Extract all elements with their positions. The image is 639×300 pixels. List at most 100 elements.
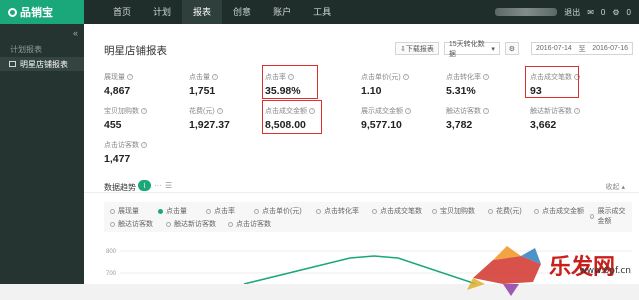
conversion-period-value: 15天转化数据 bbox=[448, 40, 485, 58]
watermark-url: www.6pf.cn bbox=[579, 266, 631, 276]
legend-label: 触达访客数 bbox=[118, 221, 153, 228]
highlight-box-click-gmv bbox=[262, 100, 322, 134]
clicks-series-line bbox=[243, 255, 477, 284]
legend-item[interactable]: 点击访客数 bbox=[228, 219, 271, 229]
more-icon[interactable]: ··· bbox=[154, 181, 162, 190]
collapse-label: 收起 bbox=[605, 184, 620, 191]
help-icon[interactable]: ? bbox=[405, 108, 411, 114]
nav-item-report[interactable]: 报表 bbox=[182, 0, 223, 24]
legend-label: 展现量 bbox=[118, 208, 139, 215]
legend-label: 宝贝加购数 bbox=[440, 208, 475, 215]
radio-icon bbox=[228, 221, 233, 227]
legend-item[interactable]: 点击单价(元) bbox=[254, 206, 302, 216]
settings-gear-button[interactable]: ⚙ bbox=[504, 42, 519, 55]
legend-item[interactable]: 点击转化率 bbox=[316, 206, 359, 216]
logout-link[interactable]: 退出 bbox=[564, 7, 580, 18]
legend-item[interactable]: 花费(元) bbox=[488, 206, 522, 216]
metric-cpc: 点击单价(元)? 1.10 bbox=[361, 72, 441, 106]
radio-icon bbox=[254, 208, 259, 214]
line-chart-icon: ⌇ bbox=[142, 182, 147, 190]
conversion-period-select[interactable]: 15天转化数据 ▾ bbox=[443, 41, 500, 58]
y-tick-label: 700 bbox=[106, 271, 117, 277]
metric-label: 展示成交金额 bbox=[361, 108, 403, 115]
nav-item-plan[interactable]: 计划 bbox=[142, 0, 182, 24]
legend-label: 点击转化率 bbox=[324, 208, 359, 215]
radio-icon bbox=[110, 221, 115, 227]
list-view-icon[interactable]: ☰ bbox=[165, 181, 172, 190]
help-icon[interactable]: ? bbox=[483, 108, 489, 114]
legend-label: 点击率 bbox=[214, 208, 235, 215]
legend-item[interactable]: 展示成交金额 bbox=[590, 206, 632, 226]
nav-item-account[interactable]: 账户 bbox=[262, 0, 302, 24]
metric-spend: 花费(元)? 1,927.37 bbox=[189, 106, 269, 140]
legend-item[interactable]: 触达访客数 bbox=[110, 219, 153, 229]
metric-label: 点击访客数 bbox=[104, 142, 139, 149]
help-icon[interactable]: ? bbox=[574, 108, 580, 114]
help-icon[interactable]: ? bbox=[483, 74, 489, 80]
help-icon[interactable]: ? bbox=[212, 74, 218, 80]
legend-item[interactable]: 宝贝加购数 bbox=[432, 206, 475, 216]
metric-cart-adds: 宝贝加购数? 455 bbox=[104, 106, 184, 140]
nav-item-home[interactable]: 首页 bbox=[102, 0, 142, 24]
metric-value: 4,867 bbox=[104, 85, 131, 97]
legend-label: 展示成交金额 bbox=[597, 208, 626, 225]
highlight-box-click-orders bbox=[525, 66, 579, 98]
chart-view-toggle[interactable]: ⌇ bbox=[138, 180, 151, 191]
date-range-picker[interactable]: 2016-07-14 至 2016-07-16 bbox=[531, 42, 633, 55]
radio-icon bbox=[590, 213, 595, 219]
metric-label: 触达访客数 bbox=[446, 108, 481, 115]
legend-item[interactable]: 点击成交笔数 bbox=[372, 206, 422, 216]
metric-value: 3,782 bbox=[446, 119, 473, 131]
legend-item[interactable]: 点击率 bbox=[206, 206, 235, 216]
help-icon[interactable]: ? bbox=[141, 142, 147, 148]
legend-item[interactable]: 点击量 bbox=[158, 206, 187, 216]
mail-count: 0 bbox=[600, 7, 606, 17]
metric-impression-gmv: 展示成交金额? 9,577.10 bbox=[361, 106, 441, 140]
legend-label: 点击成交笔数 bbox=[380, 208, 422, 215]
settings-icon[interactable]: ⚙ bbox=[612, 8, 619, 17]
nav-item-creative[interactable]: 创意 bbox=[222, 0, 262, 24]
metric-value: 1,751 bbox=[189, 85, 216, 97]
radio-icon bbox=[206, 208, 211, 214]
metric-label: 展现量 bbox=[104, 74, 125, 81]
section-divider bbox=[84, 192, 639, 193]
radio-icon bbox=[110, 208, 115, 214]
legend-label: 触达新访客数 bbox=[174, 221, 216, 228]
legend-label: 点击单价(元) bbox=[262, 208, 302, 215]
download-report-button[interactable]: ⇩ 下载报表 bbox=[395, 42, 439, 55]
legend-item[interactable]: 点击成交金额 bbox=[534, 206, 584, 216]
main-content: 明星店铺报表 ⇩ 下载报表 15天转化数据 ▾ ⚙ 2016-07-14 至 2… bbox=[84, 24, 639, 296]
metric-value: 5.31% bbox=[446, 85, 476, 97]
gear-icon: ⚙ bbox=[508, 45, 516, 53]
chevron-down-icon: ▾ bbox=[491, 45, 495, 53]
help-icon[interactable]: ? bbox=[216, 108, 223, 114]
sidebar-item-label: 明星店铺报表 bbox=[20, 59, 68, 69]
radio-icon bbox=[158, 208, 163, 214]
help-icon[interactable]: ? bbox=[141, 108, 147, 114]
nav-item-tools[interactable]: 工具 bbox=[302, 0, 342, 24]
report-toolbar: ⇩ 下载报表 15天转化数据 ▾ ⚙ bbox=[395, 41, 519, 58]
highlight-box-ctr bbox=[262, 65, 318, 99]
metric-click-visitors: 点击访客数? 1,477 bbox=[104, 140, 184, 174]
collapse-link[interactable]: 收起 ▴ bbox=[606, 182, 625, 192]
sidebar-collapse-icon[interactable]: « bbox=[73, 28, 78, 38]
metric-reach-new-visitors: 触达新访客数? 3,662 bbox=[530, 106, 610, 140]
mail-icon[interactable]: ✉ bbox=[587, 8, 594, 17]
main-nav: 首页 计划 报表 创意 账户 工具 bbox=[102, 0, 342, 24]
sidebar: « 计划报表 明星店铺报表 bbox=[0, 24, 84, 284]
help-icon[interactable]: ? bbox=[127, 74, 133, 80]
metric-value: 1,927.37 bbox=[189, 119, 230, 131]
y-tick-label: 800 bbox=[106, 249, 117, 255]
legend-label: 点击访客数 bbox=[236, 221, 271, 228]
metric-value: 3,662 bbox=[530, 119, 557, 131]
legend-item[interactable]: 展现量 bbox=[110, 206, 139, 216]
legend-item[interactable]: 触达新访客数 bbox=[166, 219, 216, 229]
page-title: 明星店铺报表 bbox=[104, 45, 167, 57]
metric-value: 1.10 bbox=[361, 85, 382, 97]
sidebar-item-star-shop-report[interactable]: 明星店铺报表 bbox=[0, 57, 84, 71]
metric-label: 点击转化率 bbox=[446, 74, 481, 81]
radio-icon bbox=[166, 221, 171, 227]
app-logo[interactable]: 品销宝 bbox=[0, 0, 84, 24]
help-icon[interactable]: ? bbox=[402, 74, 409, 80]
date-start: 2016-07-14 bbox=[536, 45, 572, 52]
